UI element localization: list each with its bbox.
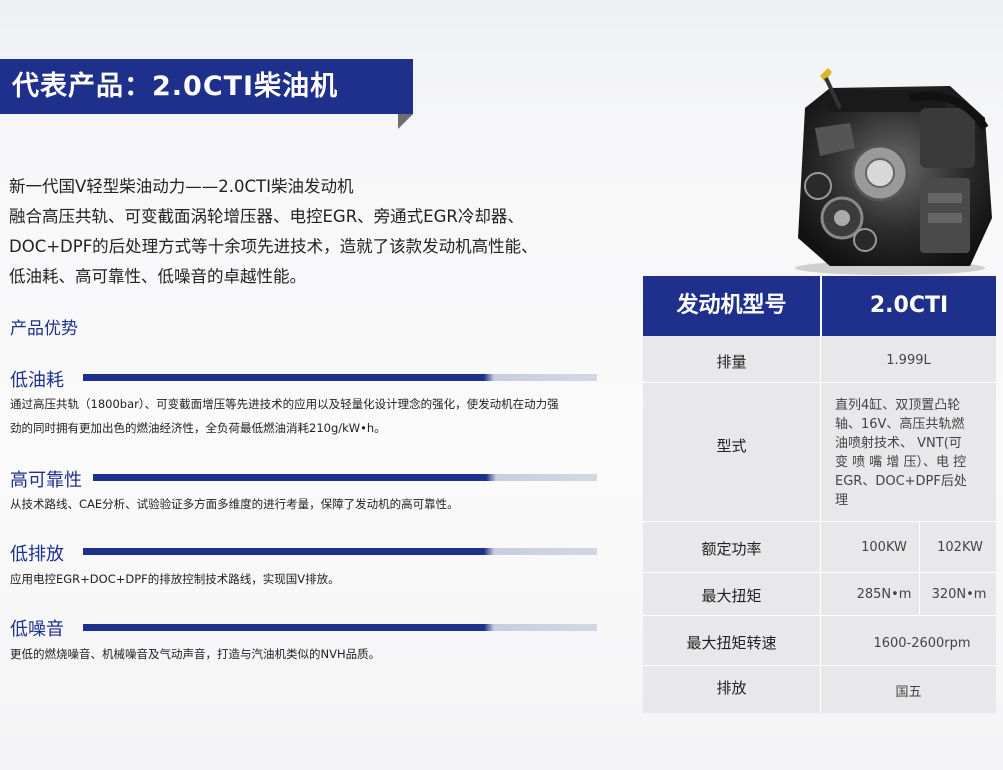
row-label-displacement: 排量 [716,353,747,371]
row-label-torque: 最大扭矩 [701,587,762,605]
feature-desc-emission: 应用电控EGR+DOC+DPF的排放控制技术路线，实现国Ⅴ排放。 [10,567,602,591]
row-label-power: 额定功率 [701,540,762,558]
row-divider [643,382,996,383]
row-divider [643,572,996,573]
row-value-power-2: 102KW [937,540,983,555]
row-label-type: 型式 [716,437,747,455]
header-model-label: 发动机型号 [676,293,787,318]
spec-table-header: 发动机型号 2.0CTI [643,276,996,336]
row-value-emission: 国五 [895,685,922,700]
feature-title-noise: 低噪音 [10,619,64,640]
feature-title-reliability: 高可靠性 [10,470,82,491]
feature-divider-bar [83,548,597,555]
feature-divider-bar [83,374,597,381]
row-value-torque-speed: 1600-2600rpm [873,636,971,651]
page-title: 代表产品：2.0CTI柴油机 [12,71,339,102]
cell-divider [919,573,920,615]
feature-desc-reliability: 从技术路线、CAE分析、试验验证多方面多维度的进行考量，保障了发动机的高可靠性。 [10,492,602,516]
spec-table: 发动机型号 2.0CTI 排量 1.999L 型式 直列4缸、双顶置凸轮 轴、1… [643,276,996,713]
type-line: 变 喷 嘴 增 压）、电 控 [835,455,967,470]
row-divider [643,521,996,522]
row-label-torque-speed: 最大扭矩转速 [686,634,777,652]
row-value-torque-2: 320N•m [931,587,987,602]
type-line: 理 [835,493,849,508]
row-divider [643,665,996,666]
type-line: 直列4缸、双顶置凸轮 [835,398,961,413]
intro-line: 低油耗、高可靠性、低噪音的卓越性能。 [9,267,306,286]
feature-desc-line: 通过高压共轨（1800bar）、可变截面增压等先进技术的应用以及轻量化设计理念的… [10,397,559,411]
advantages-heading: 产品优势 [10,319,78,339]
row-value-torque-1: 285N•m [856,587,912,602]
feature-desc-line: 应用电控EGR+DOC+DPF的排放控制技术路线，实现国Ⅴ排放。 [10,572,340,586]
row-label-emission: 排放 [716,679,747,697]
intro-paragraph: 新一代国Ⅴ轻型柴油动力——2.0CTI柴油发动机 融合高压共轨、可变截面涡轮增压… [9,172,609,292]
row-value-power-1: 100KW [861,540,907,555]
engine-image [795,68,992,275]
banner-fold-corner [398,114,413,129]
type-line: EGR、DOC+DPF后处 [835,474,967,489]
intro-line: 新一代国Ⅴ轻型柴油动力——2.0CTI柴油发动机 [9,177,354,196]
intro-line: 融合高压共轨、可变截面涡轮增压器、电控EGR、旁通式EGR冷却器、 [9,207,524,226]
feature-divider-bar [93,474,597,481]
row-divider [643,615,996,616]
row-value-displacement: 1.999L [886,353,931,368]
feature-desc-line: 更低的燃烧噪音、机械噪音及气动声音，打造与汽油机类似的NVH品质。 [10,647,381,661]
header-model-value: 2.0CTI [869,293,949,318]
cell-divider [919,522,920,572]
feature-desc-noise: 更低的燃烧噪音、机械噪音及气动声音，打造与汽油机类似的NVH品质。 [10,642,602,666]
title-banner: 代表产品：2.0CTI柴油机 [0,59,413,114]
feature-divider-bar [83,624,597,631]
column-divider [820,336,821,713]
type-line: 油喷射技术、 VNT(可 [835,436,962,451]
feature-desc-fuel: 通过高压共轨（1800bar）、可变截面增压等先进技术的应用以及轻量化设计理念的… [10,392,602,440]
feature-title-emission: 低排放 [10,544,64,565]
feature-title-fuel: 低油耗 [10,370,64,391]
intro-line: DOC+DPF的后处理方式等十余项先进技术，造就了该款发动机高性能、 [9,237,538,256]
row-value-type: 直列4缸、双顶置凸轮 轴、16V、高压共轨燃 油喷射技术、 VNT(可 变 喷 … [835,396,985,510]
feature-desc-line: 劲的同时拥有更加出色的燃油经济性，全负荷最低燃油消耗210g/kW•h。 [10,421,386,435]
feature-desc-line: 从技术路线、CAE分析、试验验证多方面多维度的进行考量，保障了发动机的高可靠性。 [10,497,459,511]
type-line: 轴、16V、高压共轨燃 [835,417,965,432]
